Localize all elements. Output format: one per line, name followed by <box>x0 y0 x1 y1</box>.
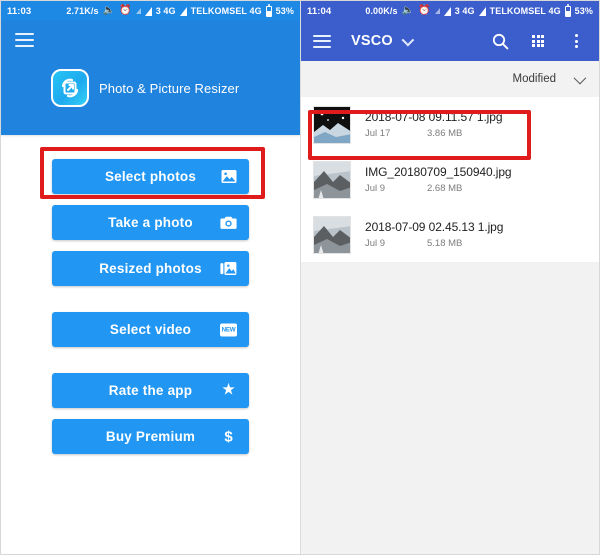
status-time: 11:03 <box>7 5 32 17</box>
new-badge-icon: NEW <box>220 321 237 338</box>
signal-icon <box>443 6 451 16</box>
file-info: IMG_20180709_150940.jpg Jul 9 2.68 MB <box>365 165 589 195</box>
select-photos-button[interactable]: Select photos <box>52 159 249 194</box>
file-name: IMG_20180709_150940.jpg <box>365 164 512 179</box>
status-carrier: TELKOMSEL 4G <box>489 6 561 16</box>
row-rate-the-app: Rate the app ★ <box>1 373 300 408</box>
file-info: 2018-07-09 02.45.13 1.jpg Jul 9 5.18 MB <box>365 220 589 250</box>
rate-the-app-button[interactable]: Rate the app ★ <box>52 373 249 408</box>
hamburger-menu-icon[interactable] <box>15 33 34 47</box>
speaker-icon: 🔈 <box>102 5 116 16</box>
speaker-icon: 🔈 <box>401 5 415 16</box>
sort-label: Modified <box>512 73 556 85</box>
gallery-icon <box>220 260 237 277</box>
buy-premium-label: Buy Premium <box>105 429 196 444</box>
signal-small-icon <box>135 8 141 14</box>
action-button-stack: Select photos Take a photo Resized photo… <box>1 135 300 454</box>
photo-thumbnail <box>313 105 351 144</box>
chevron-down-icon[interactable] <box>573 71 587 84</box>
file-meta: Jul 9 2.68 MB <box>365 183 589 194</box>
photo-resizer-app-icon <box>51 69 89 107</box>
buy-premium-button[interactable]: Buy Premium $ <box>52 419 249 454</box>
app-header: Photo & Picture Resizer <box>1 21 300 135</box>
signal-small-icon <box>434 8 440 14</box>
file-size: 3.86 MB <box>427 128 463 140</box>
search-icon[interactable] <box>489 30 511 52</box>
list-item[interactable]: IMG_20180709_150940.jpg Jul 9 2.68 MB <box>301 152 599 207</box>
take-a-photo-label: Take a photo <box>108 215 193 230</box>
left-panel-photo-resizer: 11:03 2.71K/s 🔈 ⏰ 3 4G TELKOMSEL 4G 53% <box>1 1 300 554</box>
take-a-photo-button[interactable]: Take a photo <box>52 205 249 240</box>
file-name: 2018-07-09 02.45.13 1.jpg <box>365 219 504 234</box>
file-meta: Jul 9 5.18 MB <box>365 238 589 249</box>
image-icon <box>220 168 237 185</box>
resized-photos-button[interactable]: Resized photos <box>52 251 249 286</box>
signal-icon <box>144 6 152 16</box>
list-item[interactable]: 2018-07-09 02.45.13 1.jpg Jul 9 5.18 MB <box>301 207 599 262</box>
row-select-video: Select video NEW <box>1 312 300 347</box>
grid-view-icon[interactable] <box>527 30 549 52</box>
sort-row[interactable]: Modified <box>301 61 599 97</box>
signal-icon-2 <box>179 6 187 16</box>
file-size: 2.68 MB <box>427 183 463 195</box>
photo-thumbnail <box>313 215 351 254</box>
alarm-icon: ⏰ <box>418 5 431 16</box>
file-date: Jul 17 <box>365 128 391 140</box>
signal-icon-2 <box>478 6 486 16</box>
file-date: Jul 9 <box>365 238 386 250</box>
file-name: 2018-07-08 09.11.57 1.jpg <box>365 109 503 124</box>
resized-photos-label: Resized photos <box>99 261 202 276</box>
rate-the-app-label: Rate the app <box>108 383 193 398</box>
alarm-icon: ⏰ <box>119 5 132 16</box>
battery-icon <box>564 4 571 17</box>
file-date: Jul 9 <box>365 183 386 195</box>
left-status-bar: 11:03 2.71K/s 🔈 ⏰ 3 4G TELKOMSEL 4G 53% <box>1 1 300 21</box>
status-carrier: TELKOMSEL 4G <box>190 6 262 16</box>
select-video-button[interactable]: Select video NEW <box>52 312 249 347</box>
app-title: Photo & Picture Resizer <box>99 80 240 96</box>
status-battery: 53% <box>275 6 294 16</box>
camera-icon <box>220 214 237 231</box>
right-status-bar: 11:04 0.00K/s 🔈 ⏰ 3 4G TELKOMSEL 4G 53% <box>301 1 599 21</box>
file-meta: Jul 17 3.86 MB <box>365 128 589 139</box>
file-list: 2018-07-08 09.11.57 1.jpg Jul 17 3.86 MB <box>301 97 599 262</box>
status-time: 11:04 <box>307 5 332 17</box>
battery-icon <box>265 4 272 17</box>
row-buy-premium: Buy Premium $ <box>1 419 300 454</box>
overflow-menu-icon[interactable] <box>565 30 587 52</box>
right-panel-file-picker: 11:04 0.00K/s 🔈 ⏰ 3 4G TELKOMSEL 4G 53% … <box>300 1 599 554</box>
vsco-toolbar: VSCO <box>301 21 599 61</box>
row-take-a-photo: Take a photo <box>1 205 300 240</box>
screenshot-root: 11:03 2.71K/s 🔈 ⏰ 3 4G TELKOMSEL 4G 53% <box>0 0 600 555</box>
status-sim-label: 3 4G <box>155 6 176 16</box>
brand: Photo & Picture Resizer <box>51 69 239 107</box>
status-battery: 53% <box>574 6 593 16</box>
dollar-icon: $ <box>224 428 233 445</box>
select-video-label: Select video <box>109 322 192 337</box>
file-info: 2018-07-08 09.11.57 1.jpg Jul 17 3.86 MB <box>365 110 589 140</box>
folder-title[interactable]: VSCO <box>351 33 393 49</box>
select-photos-label: Select photos <box>104 169 197 184</box>
star-icon: ★ <box>221 381 236 399</box>
chevron-down-icon[interactable] <box>401 33 415 46</box>
new-badge-text: NEW <box>220 323 237 336</box>
status-sim-label: 3 4G <box>454 6 475 16</box>
row-select-photos: Select photos <box>1 159 300 194</box>
status-network-speed: 2.71K/s <box>66 6 99 16</box>
status-network-speed: 0.00K/s <box>365 6 398 16</box>
hamburger-menu-icon[interactable] <box>313 34 331 48</box>
file-size: 5.18 MB <box>427 238 463 250</box>
row-resized-photos: Resized photos <box>1 251 300 286</box>
photo-thumbnail <box>313 160 351 199</box>
list-item[interactable]: 2018-07-08 09.11.57 1.jpg Jul 17 3.86 MB <box>301 97 599 152</box>
